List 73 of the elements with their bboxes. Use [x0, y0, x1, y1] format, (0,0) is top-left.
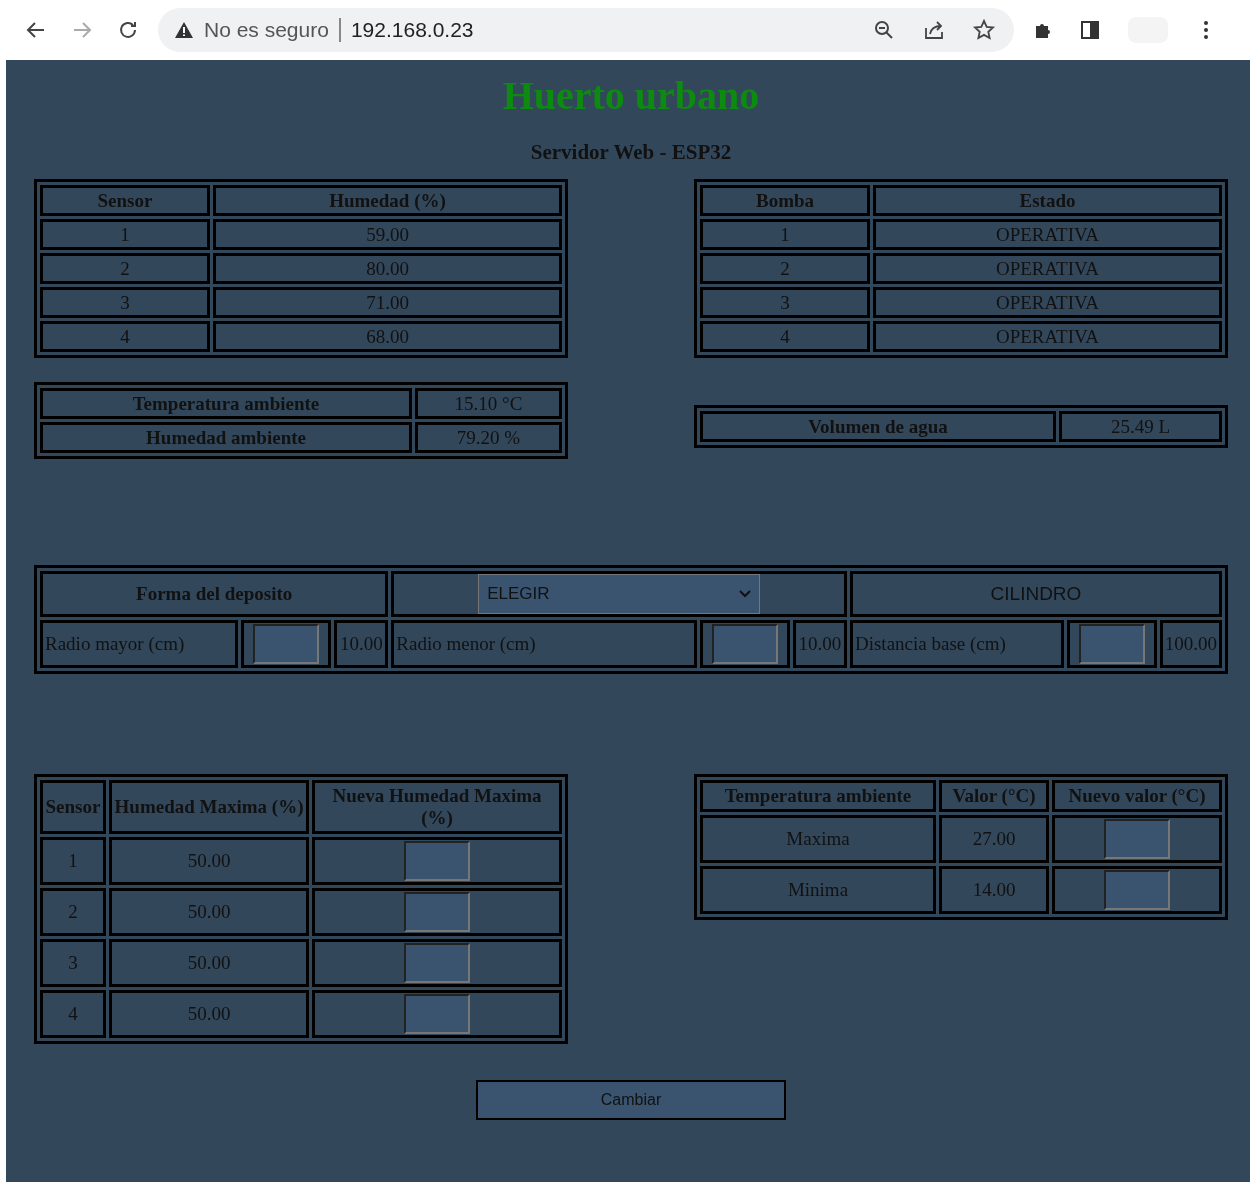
table-cell: 4 — [700, 321, 870, 352]
table-cell: 1 — [40, 837, 106, 885]
table-cell: 1 — [40, 219, 210, 250]
table-cell: 4 — [40, 990, 106, 1038]
table-cell: 1 — [700, 219, 870, 250]
table-cell: Maxima — [700, 815, 936, 863]
table-cell: 2 — [40, 888, 106, 936]
number-field[interactable] — [1104, 819, 1170, 859]
table-cell: Radio mayor (cm) — [40, 620, 239, 668]
table-cell: 2 — [40, 253, 210, 284]
shape-dropdown[interactable]: ELEGIR — [478, 574, 761, 614]
table-cell: OPERATIVA — [873, 321, 1222, 352]
table-cell: 27.00 — [939, 815, 1049, 863]
table-cell: 14.00 — [939, 866, 1049, 914]
warning-icon — [174, 20, 194, 40]
table-cell: 50.00 — [109, 888, 309, 936]
row-header: Temperatura ambiente — [40, 388, 412, 419]
table-cell: OPERATIVA — [873, 253, 1222, 284]
table-cell: 25.49 L — [1059, 411, 1222, 442]
table-cell: 50.00 — [109, 990, 309, 1038]
table-cell: 100.00 — [1159, 620, 1222, 668]
table-cell: 3 — [40, 939, 106, 987]
row-header: Forma del deposito — [40, 571, 389, 617]
number-field[interactable] — [1104, 870, 1170, 910]
column-header: Bomba — [700, 185, 870, 216]
row-header: Humedad ambiente — [40, 422, 412, 453]
table-cell: 50.00 — [109, 939, 309, 987]
table-cell: OPERATIVA — [873, 287, 1222, 318]
column-header: Temperatura ambiente — [700, 780, 936, 812]
page-title: Huerto urbano — [501, 74, 761, 118]
number-field[interactable] — [404, 994, 470, 1034]
url-text: 192.168.0.23 — [350, 18, 474, 42]
table-cell: Radio menor (cm) — [391, 620, 697, 668]
table-cell: 10.00 — [792, 620, 847, 668]
submit-button[interactable]: Cambiar — [476, 1080, 786, 1120]
table-cell: 10.00 — [334, 620, 389, 668]
address-bar[interactable]: No es seguro 192.168.0.23 — [158, 8, 1014, 52]
number-field[interactable] — [404, 841, 470, 881]
sidebar-icon[interactable] — [1078, 18, 1102, 42]
column-header: Humedad (%) — [213, 185, 562, 216]
table-cell: 79.20 % — [415, 422, 562, 453]
page-subtitle: Servidor Web - ESP32 — [529, 139, 733, 166]
table-cell: 50.00 — [109, 837, 309, 885]
column-header: Nueva Humedad Maxima (%) — [312, 780, 562, 834]
row-header: Volumen de agua — [700, 411, 1056, 442]
table-cell: CILINDRO — [849, 571, 1222, 617]
share-icon[interactable] — [922, 18, 946, 42]
table-cell: 68.00 — [213, 321, 562, 352]
column-header: Sensor — [40, 185, 210, 216]
column-header: Nuevo valor (°C) — [1052, 780, 1222, 812]
number-field[interactable] — [711, 624, 778, 664]
table-cell: 3 — [40, 287, 210, 318]
security-label: No es seguro — [204, 18, 329, 42]
table-cell: 59.00 — [213, 219, 562, 250]
column-header: Sensor — [40, 780, 106, 834]
table-cell: 80.00 — [213, 253, 562, 284]
number-field[interactable] — [253, 624, 320, 664]
table-cell: 15.10 °C — [415, 388, 562, 419]
column-header: Valor (°C) — [939, 780, 1049, 812]
table-cell: 71.00 — [213, 287, 562, 318]
number-field[interactable] — [404, 892, 470, 932]
table-cell: 3 — [700, 287, 870, 318]
star-icon[interactable] — [972, 18, 996, 42]
table-cell: 2 — [700, 253, 870, 284]
number-field[interactable] — [404, 943, 470, 983]
column-header: Estado — [873, 185, 1222, 216]
chevron-down-icon — [739, 590, 752, 598]
table-cell: Minima — [700, 866, 936, 914]
number-field[interactable] — [1078, 624, 1145, 664]
table-cell: OPERATIVA — [873, 219, 1222, 250]
column-header: Humedad Maxima (%) — [109, 780, 309, 834]
table-cell: 4 — [40, 321, 210, 352]
table-cell: Distancia base (cm) — [849, 620, 1064, 668]
